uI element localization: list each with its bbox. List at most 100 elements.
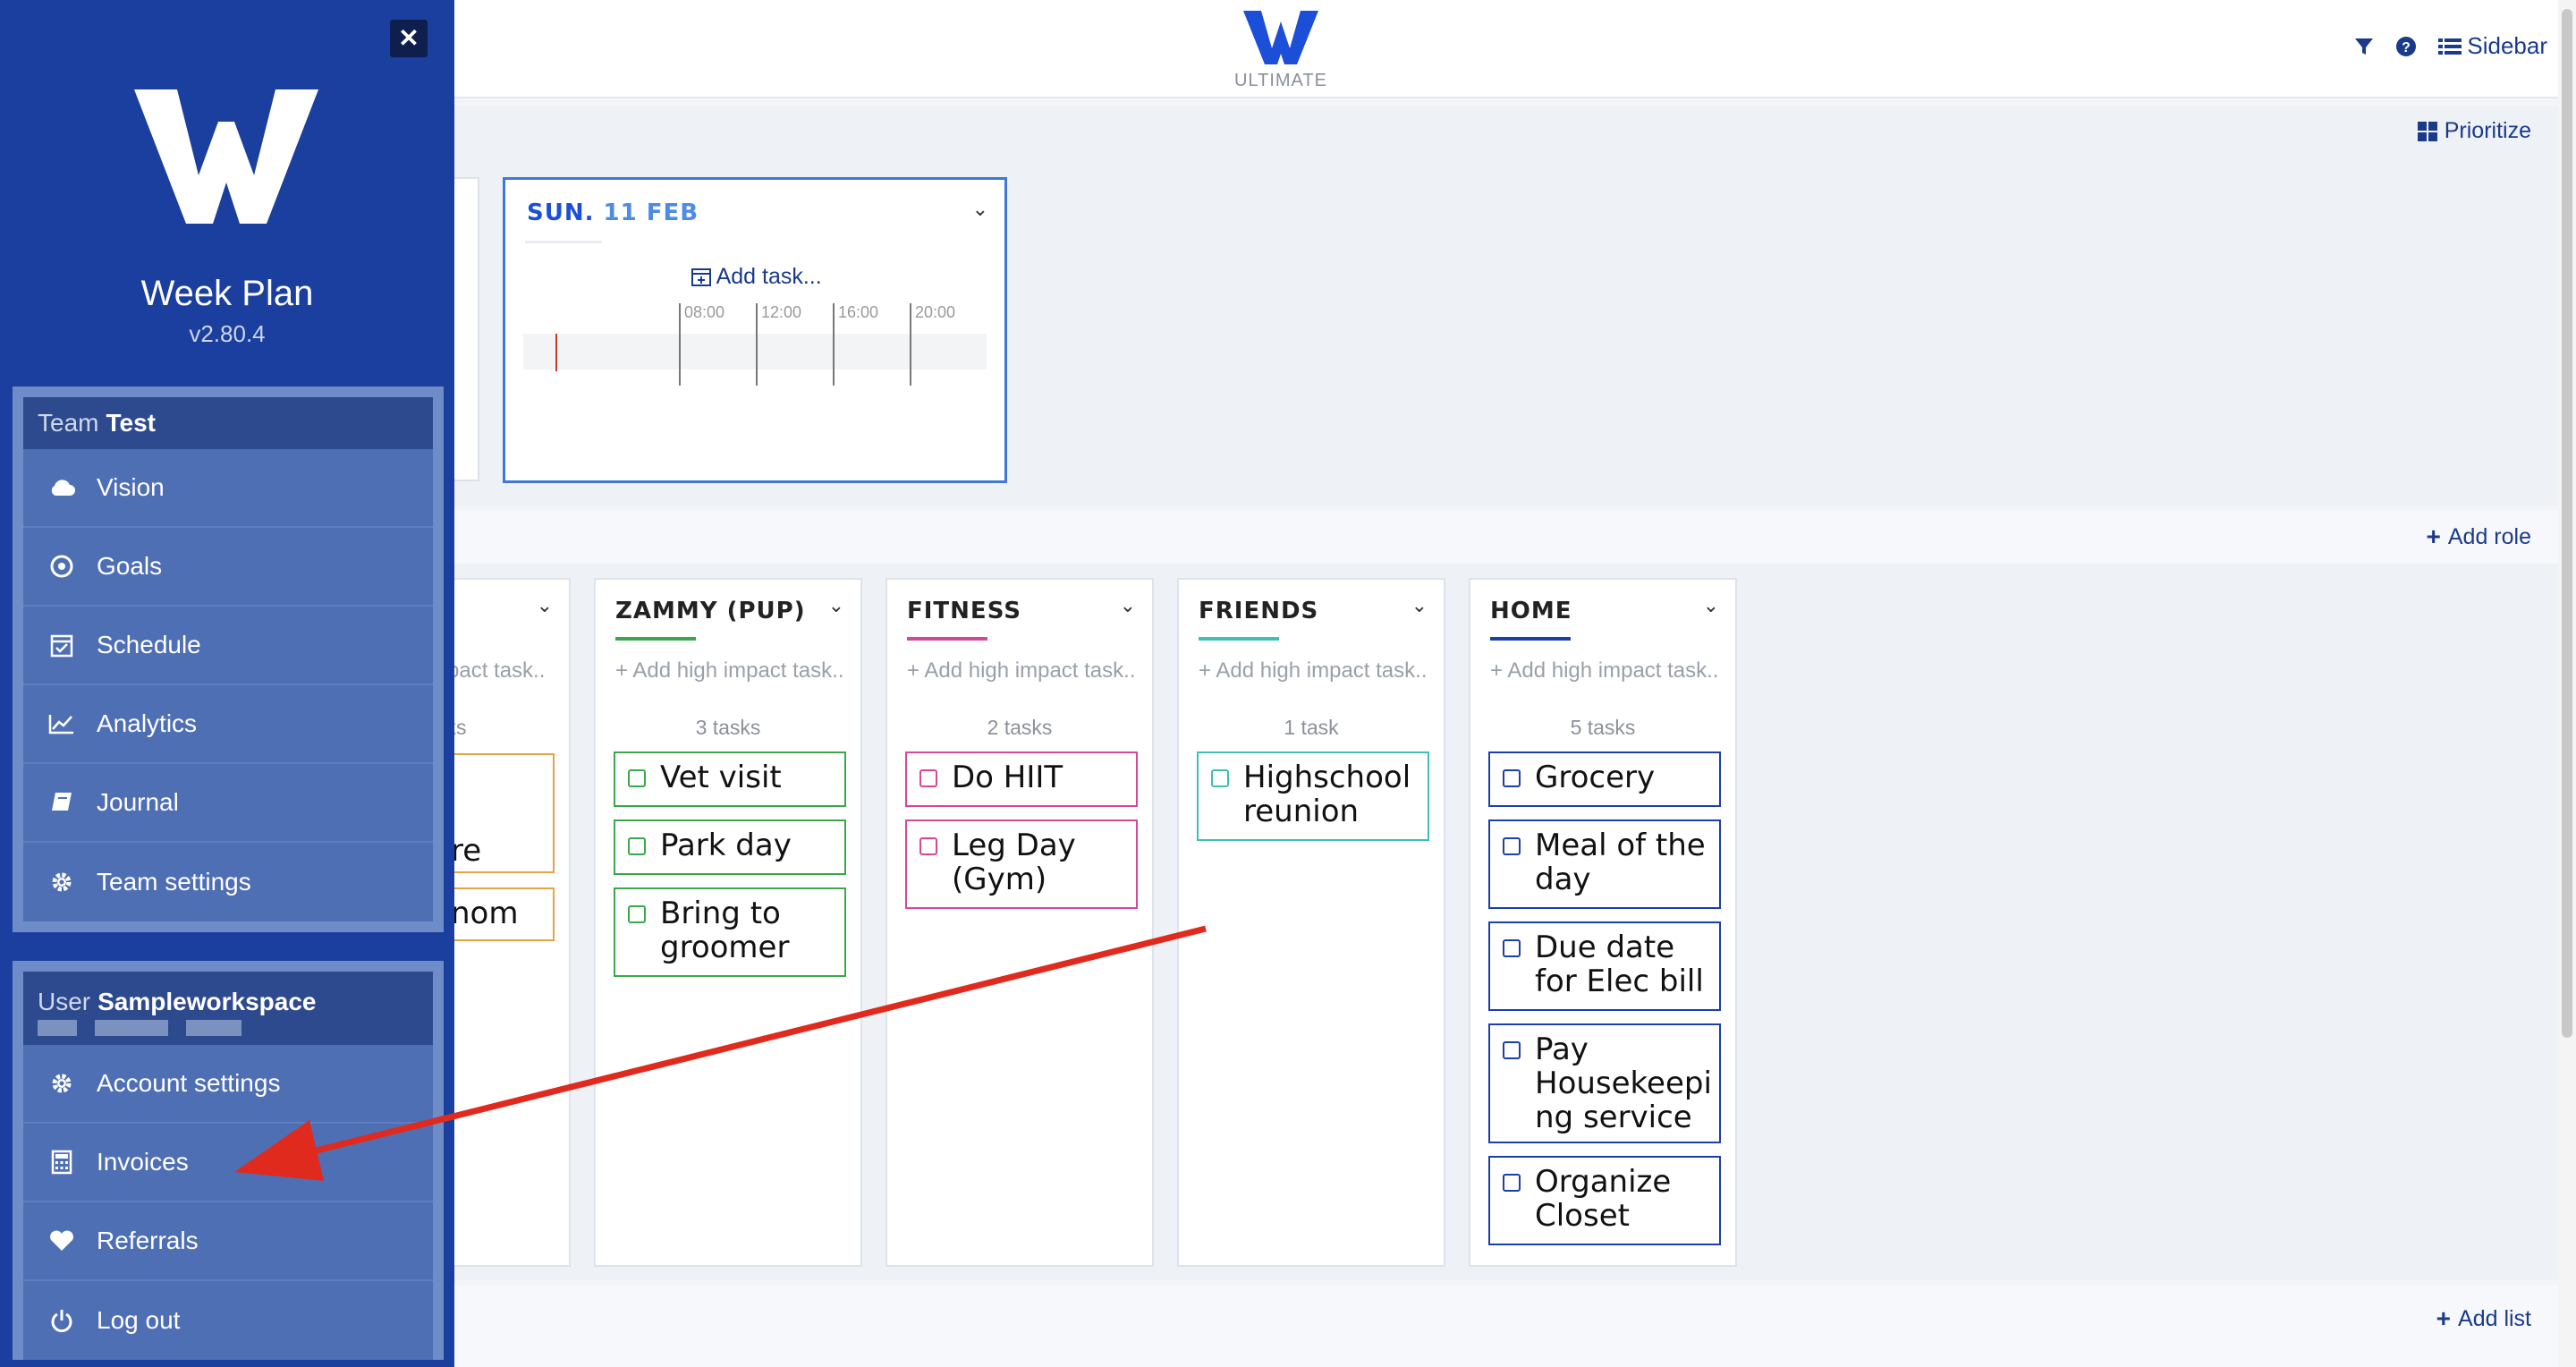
- user-email-redacted: [23, 1016, 433, 1045]
- add-role-button[interactable]: + Add role: [2427, 522, 2531, 551]
- sidebar-item-label: Journal: [97, 788, 179, 816]
- task-card[interactable]: Do HIIT: [905, 751, 1138, 807]
- sidebar-item-invoices[interactable]: Invoices: [23, 1124, 433, 1202]
- add-high-impact-task[interactable]: + Add high impact task..: [907, 658, 1143, 684]
- task-checkbox[interactable]: [1503, 939, 1521, 957]
- sidebar-toggle-label: Sidebar: [2467, 32, 2547, 59]
- team-header[interactable]: Team Test: [23, 397, 433, 449]
- role-title[interactable]: FITNESS: [907, 598, 1021, 624]
- role-title[interactable]: HOME: [1490, 598, 1572, 624]
- role-title[interactable]: FRIENDS: [1199, 598, 1318, 624]
- add-list-button[interactable]: + Add list: [2436, 1304, 2531, 1333]
- sidebar-item-referrals[interactable]: Referrals: [23, 1202, 433, 1281]
- role-underline: [1490, 637, 1571, 641]
- help-icon[interactable]: ?: [2395, 36, 2417, 57]
- task-count: 2 tasks: [987, 716, 1053, 739]
- sidebar-item-journal[interactable]: Journal: [23, 764, 433, 843]
- sidebar-item-label: Analytics: [97, 709, 198, 737]
- sidebar-item-log-out[interactable]: Log out: [23, 1281, 433, 1360]
- role-column-zammy: ZAMMY (PUP) ⌄ + Add high impact task.. 3…: [594, 578, 862, 1267]
- sidebar-item-label: Invoices: [97, 1148, 189, 1176]
- close-sidebar-button[interactable]: ✕: [390, 20, 428, 57]
- timeline-tick-label: 16:00: [838, 303, 879, 321]
- task-card[interactable]: re: [438, 753, 555, 873]
- task-checkbox[interactable]: [1503, 769, 1521, 787]
- task-checkbox[interactable]: [1503, 1041, 1521, 1059]
- task-checkbox[interactable]: [919, 769, 937, 787]
- task-checkbox[interactable]: [1503, 1174, 1521, 1192]
- add-high-impact-task[interactable]: + Add high impact task..: [615, 658, 852, 684]
- cloud-icon: [47, 478, 77, 497]
- task-card[interactable]: Organize Closet: [1488, 1156, 1721, 1245]
- current-time-marker: [555, 334, 557, 371]
- sidebar-item-schedule[interactable]: Schedule: [23, 607, 433, 685]
- task-card[interactable]: Vet visit: [614, 751, 846, 807]
- sidebar-item-account-settings[interactable]: Account settings: [23, 1045, 433, 1124]
- app-name: Week Plan: [140, 274, 314, 313]
- task-label: re: [451, 833, 482, 869]
- task-card[interactable]: Highschool reunion: [1197, 751, 1429, 841]
- task-checkbox[interactable]: [1211, 769, 1229, 787]
- timeline-bar[interactable]: [523, 334, 987, 369]
- role-title[interactable]: ZAMMY (PUP): [615, 598, 806, 624]
- chevron-down-icon[interactable]: ⌄: [1411, 594, 1428, 617]
- task-card[interactable]: Bring to groomer: [614, 887, 846, 977]
- svg-text:?: ?: [2402, 40, 2411, 55]
- role-underline: [615, 637, 696, 641]
- task-checkbox[interactable]: [628, 837, 646, 855]
- calendar-plus-icon: [691, 268, 711, 286]
- scrollbar-thumb[interactable]: [2562, 9, 2572, 1038]
- task-card[interactable]: Leg Day (Gym): [905, 819, 1138, 909]
- task-checkbox[interactable]: [628, 905, 646, 923]
- role-column-fitness: FITNESS ⌄ + Add high impact task.. 2 tas…: [886, 578, 1154, 1267]
- w-logo-icon: [1243, 11, 1318, 64]
- task-checkbox[interactable]: [628, 769, 646, 787]
- task-card[interactable]: Meal of the day: [1488, 819, 1721, 909]
- add-high-impact-task[interactable]: + Add high impact task..: [1490, 658, 1726, 684]
- sidebar-item-analytics[interactable]: Analytics: [23, 685, 433, 764]
- task-label: Highschool reunion: [1243, 760, 1411, 829]
- task-count: 3 tasks: [695, 716, 761, 739]
- chevron-down-icon[interactable]: ⌄: [1120, 594, 1136, 617]
- sidebar-item-label: Schedule: [97, 631, 201, 658]
- timeline-tick: [910, 303, 911, 386]
- prioritize-button[interactable]: Prioritize: [2417, 118, 2531, 144]
- task-card[interactable]: Grocery: [1488, 751, 1721, 807]
- task-checkbox[interactable]: [1503, 837, 1521, 855]
- user-panel: User Sampleworkspace Account settings In…: [13, 961, 444, 1360]
- gear-icon: [47, 870, 77, 894]
- task-card[interactable]: nom: [438, 887, 555, 941]
- app-logo[interactable]: ULTIMATE: [1234, 9, 1327, 91]
- task-card[interactable]: Pay Housekeepi ng service: [1488, 1023, 1721, 1143]
- filter-icon[interactable]: [2354, 37, 2374, 56]
- sidebar-item-vision[interactable]: Vision: [23, 449, 433, 528]
- chevron-down-icon[interactable]: ⌄: [972, 198, 988, 221]
- day-heading-underline: [525, 241, 602, 243]
- add-high-impact-label: Add high impact task..: [632, 658, 844, 683]
- add-high-impact-task[interactable]: pact task..: [447, 658, 562, 684]
- task-count: 1 task: [1284, 716, 1339, 739]
- scrollbar[interactable]: [2558, 0, 2576, 1367]
- chevron-down-icon[interactable]: ⌄: [537, 594, 553, 617]
- task-label: Meal of the day: [1535, 828, 1706, 897]
- task-label: Due date for Elec bill: [1535, 930, 1704, 999]
- task-card[interactable]: Due date for Elec bill: [1488, 921, 1721, 1011]
- user-header[interactable]: User Sampleworkspace: [23, 972, 433, 1016]
- sidebar-item-goals[interactable]: Goals: [23, 528, 433, 607]
- close-icon: ✕: [398, 24, 419, 52]
- add-task-button[interactable]: Add task...: [691, 264, 822, 290]
- task-label: Bring to groomer: [660, 896, 790, 965]
- task-checkbox[interactable]: [919, 837, 937, 855]
- target-icon: [47, 555, 77, 578]
- day-name: SUN.: [527, 200, 595, 226]
- sidebar-toggle-button[interactable]: Sidebar: [2438, 32, 2547, 60]
- team-name: Test: [106, 409, 156, 437]
- add-high-impact-task[interactable]: + Add high impact task..: [1199, 658, 1435, 684]
- chevron-down-icon[interactable]: ⌄: [1703, 594, 1719, 617]
- sidebar-item-team-settings[interactable]: Team settings: [23, 843, 433, 921]
- plus-icon: +: [2426, 522, 2441, 550]
- gear-icon: [47, 1072, 77, 1095]
- task-card[interactable]: Park day: [614, 819, 846, 875]
- task-label: Pay Housekeepi ng service: [1535, 1032, 1712, 1135]
- chevron-down-icon[interactable]: ⌄: [828, 594, 844, 617]
